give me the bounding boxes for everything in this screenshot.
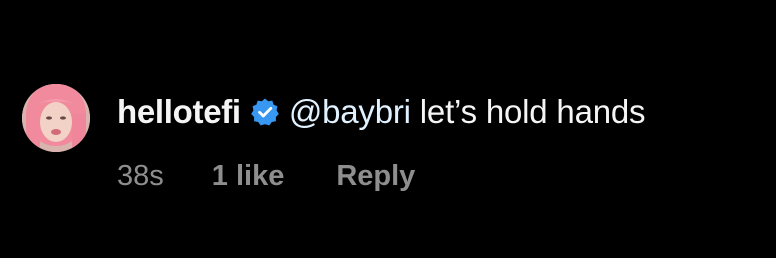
comment-item: hellotefi @baybri let’s hold hands 38s 1… [22,82,772,202]
timestamp: 38s [117,159,164,192]
mention-link[interactable]: @baybri [289,93,411,131]
reply-button[interactable]: Reply [336,160,415,193]
comment-line: hellotefi @baybri let’s hold hands [117,92,646,132]
avatar[interactable] [22,84,90,152]
comment-text: let’s hold hands [419,93,646,130]
profile-photo-icon [22,84,90,152]
likes-count-button[interactable]: 1 like [212,160,285,193]
verified-badge-icon [250,97,280,127]
comment-meta: 38s 1 like Reply [117,158,415,194]
username-link[interactable]: hellotefi [117,93,241,131]
